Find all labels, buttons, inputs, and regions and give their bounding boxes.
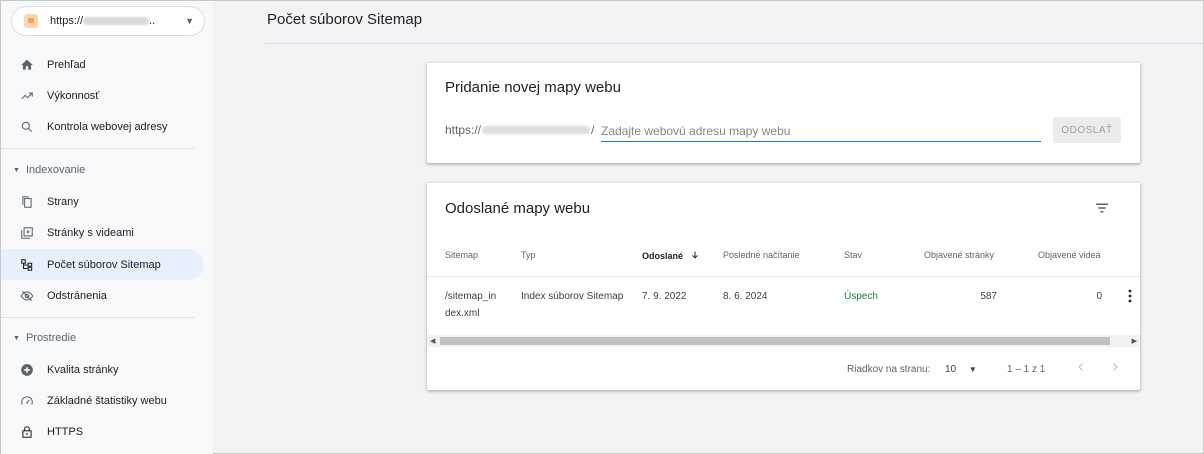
column-header-submitted[interactable]: Odoslané xyxy=(642,250,700,261)
cell-submitted: 7. 9. 2022 xyxy=(642,291,687,302)
nav-item-pages[interactable]: Strany xyxy=(1,186,204,217)
nav-label: Počet súborov Sitemap xyxy=(47,258,161,271)
column-header-sitemap[interactable]: Sitemap xyxy=(445,250,478,260)
submitted-sitemaps-card: Odoslané mapy webu Sitemap Typ Odoslané … xyxy=(427,183,1140,390)
cell-sitemap: /sitemap_in dex.xml xyxy=(445,288,496,322)
speed-gauge-icon xyxy=(19,393,35,409)
copy-pages-icon xyxy=(19,194,35,210)
next-page-chevron-icon[interactable] xyxy=(1109,361,1121,373)
cell-discovered-videos: 0 xyxy=(1096,291,1102,302)
cell-last-read: 8. 6. 2024 xyxy=(723,291,768,302)
sidebar-divider xyxy=(1,317,194,318)
nav-item-page-experience[interactable]: Kvalita stránky xyxy=(1,354,204,385)
home-icon xyxy=(19,57,35,73)
nav-label: Stránky s videami xyxy=(47,226,134,239)
nav-label: Výkonnosť xyxy=(47,89,100,102)
add-circle-icon xyxy=(19,362,35,378)
nav-label: Strany xyxy=(47,195,79,208)
column-header-type[interactable]: Typ xyxy=(521,250,536,260)
page-title: Počet súborov Sitemap xyxy=(267,11,423,28)
nav-label: Prehľad xyxy=(47,58,86,71)
nav-item-performance[interactable]: Výkonnosť xyxy=(1,80,204,111)
header-divider xyxy=(265,43,1204,44)
column-header-discovered-videos[interactable]: Objavené videá xyxy=(1038,250,1101,260)
url-prefix-end: / xyxy=(591,123,595,137)
section-label: Indexovanie xyxy=(25,164,86,176)
section-label: Prostredie xyxy=(25,332,77,344)
collapse-triangle-icon: ▼ xyxy=(13,166,20,174)
nav-item-sitemaps[interactable]: Počet súborov Sitemap xyxy=(1,249,204,280)
column-header-status[interactable]: Stav xyxy=(844,250,862,260)
sort-down-arrow-icon xyxy=(691,251,698,259)
section-indexing[interactable]: ▼ Indexovanie xyxy=(13,164,85,176)
table-divider xyxy=(427,276,1140,277)
cell-text: /sitemap_in xyxy=(445,291,497,302)
nav-label: Kontrola webovej adresy xyxy=(47,120,168,133)
nav-item-https[interactable]: HTTPS xyxy=(1,416,204,447)
prev-page-chevron-icon[interactable] xyxy=(1075,361,1087,373)
site-favicon-icon xyxy=(24,14,38,28)
property-url: https://.. xyxy=(50,15,156,27)
filter-icon[interactable] xyxy=(1093,199,1111,217)
dropdown-caret-icon: ▼ xyxy=(968,365,977,374)
collapse-triangle-icon: ▼ xyxy=(13,334,20,342)
sidebar: https://.. ▼ Prehľad Výkonnosť Kontrola … xyxy=(1,1,213,454)
video-library-icon xyxy=(19,225,35,241)
nav-label: HTTPS xyxy=(47,425,84,438)
scrollbar-thumb[interactable] xyxy=(440,337,1110,345)
nav-item-overview[interactable]: Prehľad xyxy=(1,49,204,80)
url-prefix-start: https:// xyxy=(445,123,482,137)
nav-label: Základné štatistiky webu xyxy=(47,394,167,407)
more-vert-icon[interactable] xyxy=(1126,289,1134,303)
search-icon xyxy=(19,119,35,135)
rows-per-page-value: 10 xyxy=(945,364,957,375)
cell-type: Index súborov Sitemap xyxy=(521,291,624,302)
column-header-label: Odoslané xyxy=(642,251,684,261)
sitemap-url-input[interactable] xyxy=(601,121,1041,142)
trending-up-icon xyxy=(19,88,35,104)
nav-item-removals[interactable]: Odstránenia xyxy=(1,280,204,311)
column-header-discovered-pages[interactable]: Objavené stránky xyxy=(924,250,994,260)
add-sitemap-card: Pridanie novej mapy webu https:// / ODOSL… xyxy=(427,63,1140,163)
cell-status: Úspech xyxy=(844,291,878,302)
dropdown-caret-icon: ▼ xyxy=(185,16,194,26)
horizontal-scrollbar[interactable]: ◀ ▶ xyxy=(427,335,1140,347)
rows-per-page-label: Riadkov na stranu: xyxy=(847,364,931,375)
pagination-range: 1 – 1 z 1 xyxy=(1007,364,1046,375)
card-title: Odoslané mapy webu xyxy=(445,200,591,217)
cell-text: dex.xml xyxy=(445,308,480,319)
nav-item-video-pages[interactable]: Stránky s videami xyxy=(1,217,204,248)
lock-icon xyxy=(19,424,35,440)
property-selector[interactable]: https://.. ▼ xyxy=(11,6,205,36)
cell-discovered-pages: 587 xyxy=(980,291,997,302)
sitemap-tree-icon xyxy=(19,257,35,273)
section-experience[interactable]: ▼ Prostredie xyxy=(13,332,76,344)
nav-label: Kvalita stránky xyxy=(47,363,119,376)
nav-item-core-web-vitals[interactable]: Základné štatistiky webu xyxy=(1,385,204,416)
sitemap-url-prefix: https:// / xyxy=(445,123,594,137)
rows-per-page-select[interactable]: 10 ▼ xyxy=(945,364,977,375)
sidebar-divider xyxy=(1,148,194,149)
blurred-domain xyxy=(482,126,591,134)
scroll-left-arrow-icon[interactable]: ◀ xyxy=(430,337,435,345)
visibility-off-icon xyxy=(19,288,35,304)
nav-label: Odstránenia xyxy=(47,289,107,302)
scroll-right-arrow-icon[interactable]: ▶ xyxy=(1132,337,1137,345)
card-title: Pridanie novej mapy webu xyxy=(445,79,621,96)
submit-button[interactable]: ODOSLAŤ xyxy=(1053,117,1121,143)
nav-item-url-inspection[interactable]: Kontrola webovej adresy xyxy=(1,111,204,142)
column-header-last-read[interactable]: Posledné načítanie xyxy=(723,250,800,260)
